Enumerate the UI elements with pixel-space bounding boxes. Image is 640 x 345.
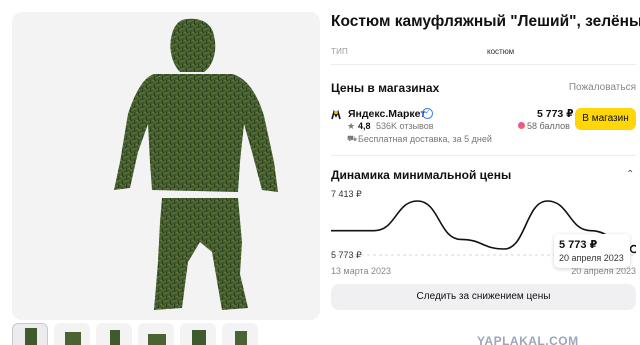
watermark: YAPLAKAL.COM: [477, 334, 579, 345]
shop-rating: 4,8: [358, 121, 371, 131]
tooltip-price: 5 773 ₽: [559, 239, 598, 251]
divider: [331, 155, 636, 156]
product-title: Костюм камуфляжный "Леший", зелёный: [331, 13, 640, 30]
thumbnail-5[interactable]: [180, 323, 216, 345]
offer-price: 5 773 ₽: [537, 108, 574, 120]
thumbnail-1[interactable]: [12, 323, 48, 345]
thumbnail-6[interactable]: [222, 323, 258, 345]
bonus-points: 58 баллов: [527, 121, 570, 131]
price-dynamics-heading: Динамика минимальной цены: [331, 168, 512, 182]
shop-reviews-link[interactable]: 536K отзывов: [376, 121, 434, 131]
follow-price-button[interactable]: Следить за снижением цены: [331, 284, 636, 310]
divider: [331, 64, 636, 65]
collapse-chevron-icon[interactable]: ⌃: [626, 169, 634, 180]
yandex-market-icon: [331, 110, 341, 120]
tooltip-date: 20 апреля 2023: [559, 253, 624, 263]
y-axis-max-label: 7 413 ₽: [331, 189, 362, 199]
price-tooltip: 5 773 ₽ 20 апреля 2023: [554, 234, 630, 268]
current-price-point: [629, 244, 636, 254]
complain-link[interactable]: Пожаловаться: [569, 82, 636, 93]
spec-value: костюм: [487, 47, 515, 56]
truck-icon: ⛟: [347, 134, 358, 143]
bonus-points-icon: [518, 122, 525, 129]
go-to-shop-button[interactable]: В магазин: [575, 108, 636, 130]
ghillie-suit-image: [114, 18, 278, 310]
thumbnail-4[interactable]: [138, 323, 174, 345]
x-axis-start-label: 13 марта 2023: [331, 266, 392, 276]
thumbnail-strip: [12, 323, 320, 345]
thumbnail-3[interactable]: [96, 323, 132, 345]
prices-heading: Цены в магазинах: [331, 81, 440, 95]
verified-check-icon: ✓: [422, 108, 433, 119]
thumbnail-2[interactable]: [54, 323, 90, 345]
delivery-info: Бесплатная доставка, за 5 дней: [358, 134, 492, 144]
shop-name-link[interactable]: Яндекс.Маркет: [348, 108, 426, 120]
spec-key: ТИП: [331, 47, 348, 56]
star-icon: ★: [347, 121, 356, 131]
y-axis-min-label: 5 773 ₽: [331, 250, 362, 260]
product-image[interactable]: [12, 12, 320, 320]
